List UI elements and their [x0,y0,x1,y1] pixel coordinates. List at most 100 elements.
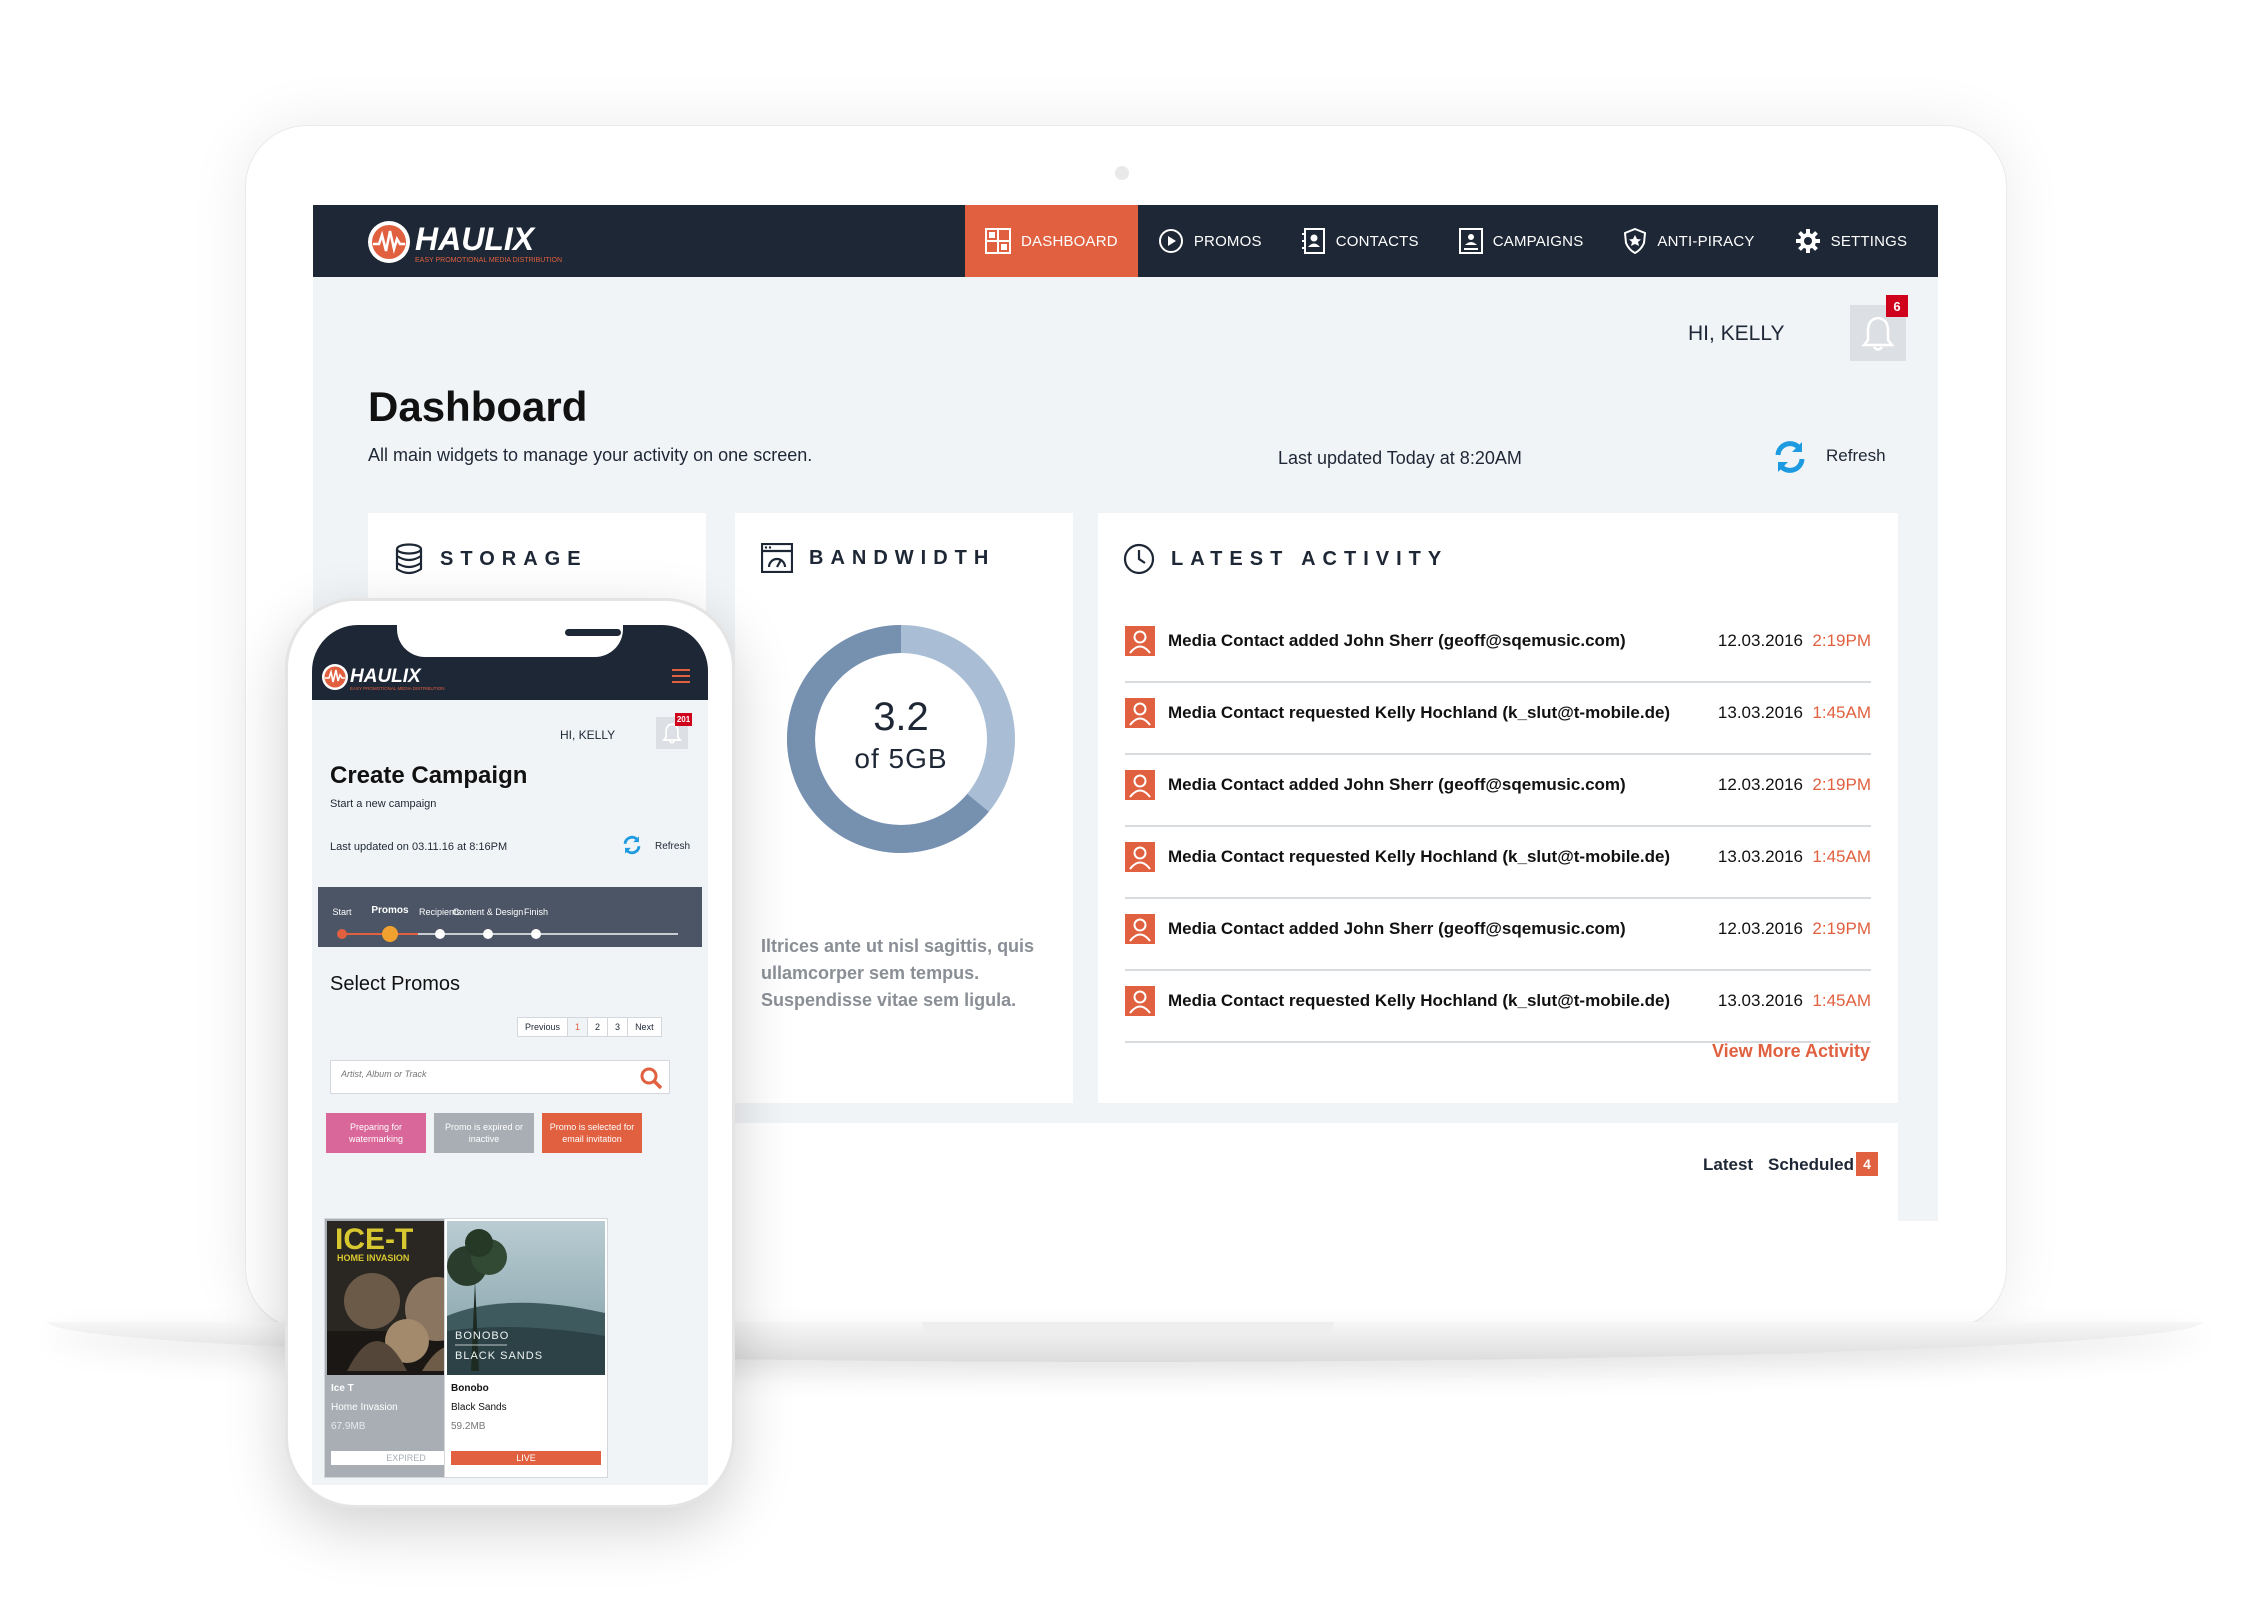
promo-card[interactable]: BONOBO BLACK SANDS Bonobo Black Sands 59… [444,1218,608,1478]
step-finish-dot[interactable] [531,929,541,939]
database-icon [395,543,423,575]
campaign-icon [1458,228,1483,254]
top-navigation: HAULIX EASY PROMOTIONAL MEDIA DISTRIBUTI… [313,205,1938,277]
mobile-notifications-button[interactable]: 201 [656,713,692,749]
haulix-logo[interactable]: HAULIX EASY PROMOTIONAL MEDIA DISTRIBUTI… [365,217,595,267]
step-start-dot[interactable] [337,929,347,939]
nav-dashboard-label: DASHBOARD [1021,232,1118,250]
nav-promos[interactable]: PROMOS [1138,205,1282,277]
storage-widget-title: STORAGE [394,543,588,575]
album-cover-subtitle: HOME INVASION [337,1253,409,1263]
mobile-brand-name: HAULIX [350,666,422,687]
activity-widget-title: LATEST ACTIVITY [1123,543,1448,575]
promo-search-input[interactable] [341,1069,621,1079]
scheduled-count-badge: 4 [1856,1152,1878,1176]
legend-selected: Promo is selected for email invitation [542,1113,642,1153]
album-title: Black Sands [451,1402,507,1413]
pager-next[interactable]: Next [628,1018,661,1036]
promo-search-box [330,1060,670,1094]
album-artist: Bonobo [451,1383,489,1394]
user-icon [1125,698,1155,728]
activity-item[interactable]: Media Contact added John Sherr (geoff@sq… [1125,611,1871,683]
steps-track-done [342,933,418,935]
brand-name: HAULIX [415,221,536,257]
phone-speaker [565,629,621,636]
user-icon [1125,914,1155,944]
album-status-badge: LIVE [451,1451,601,1465]
activity-item[interactable]: Media Contact requested Kelly Hochland (… [1125,683,1871,755]
storage-title-text: STORAGE [440,547,588,570]
laptop-base-notch [922,1322,1334,1336]
pager-page-3[interactable]: 3 [608,1018,629,1036]
step-promos-dot[interactable] [382,926,398,942]
grid-icon [985,228,1011,254]
nav-anti-piracy-label: ANTI-PIRACY [1657,232,1755,250]
album-cover-art: BONOBO BLACK SANDS [447,1221,605,1375]
hamburger-menu-icon[interactable] [672,669,690,683]
album-cover-subtitle: BLACK SANDS [455,1350,543,1362]
mobile-page-title: Create Campaign [330,762,528,789]
activity-text: Media Contact added John Sherr (geoff@sq… [1168,775,1626,794]
activity-item[interactable]: Media Contact added John Sherr (geoff@sq… [1125,755,1871,827]
mobile-notifications-badge: 201 [675,713,692,726]
bandwidth-total-label: of 5GB [854,743,948,774]
activity-date: 13.03.2016 [1717,991,1803,1010]
mobile-last-updated-text: Last updated on 03.11.16 at 8:16PM [330,841,508,853]
nav-contacts[interactable]: CONTACTS [1282,205,1439,277]
mobile-brand-tagline: EASY PROMOTIONAL MEDIA DISTRIBUTION [350,686,445,691]
album-cover-title: BONOBO [455,1330,509,1342]
search-icon[interactable] [639,1066,663,1090]
album-cover-title: ICE-T [335,1223,413,1256]
activity-time: 2:19PM [1812,775,1871,794]
clock-icon [1123,543,1155,575]
notifications-badge: 6 [1886,295,1908,317]
mobile-user-greeting: HI, KELLY [560,728,616,742]
step-content-design-dot[interactable] [483,929,493,939]
activity-item[interactable]: Media Contact requested Kelly Hochland (… [1125,971,1871,1043]
legend-expired: Promo is expired or inactive [434,1113,534,1153]
nav-settings-label: SETTINGS [1830,232,1908,250]
mobile-page-subtitle: Start a new campaign [330,798,437,810]
activity-item[interactable]: Media Contact requested Kelly Hochland (… [1125,827,1871,899]
album-cover: BONOBO BLACK SANDS [447,1221,605,1375]
mobile-refresh-icon[interactable] [621,834,643,856]
activity-time: 2:19PM [1812,631,1871,650]
nav-anti-piracy[interactable]: ANTI-PIRACY [1603,205,1774,277]
activity-time: 2:19PM [1812,919,1871,938]
legend-watermarking: Preparing for watermarking [326,1113,426,1153]
refresh-button[interactable]: Refresh [1826,446,1886,466]
nav-settings[interactable]: SETTINGS [1775,205,1928,277]
album-title: Home Invasion [331,1402,398,1413]
page-subtitle: All main widgets to manage your activity… [368,445,813,465]
activity-date: 12.03.2016 [1717,775,1803,794]
album-artist: Ice T [331,1383,354,1394]
activity-text: Media Contact added John Sherr (geoff@sq… [1168,631,1626,650]
user-greeting: HI, KELLY [1688,322,1785,345]
refresh-icon[interactable] [1771,438,1809,476]
bell-icon [1861,316,1895,351]
step-finish-label[interactable]: Finish [496,907,576,917]
tab-scheduled[interactable]: Scheduled [1768,1155,1854,1175]
activity-date: 13.03.2016 [1717,847,1803,866]
bandwidth-title-text: BANDWIDTH [809,546,996,569]
pager-previous[interactable]: Previous [518,1018,569,1036]
album-size: 67.9MB [331,1421,366,1432]
album-size: 59.2MB [451,1421,486,1432]
view-more-activity-link[interactable]: View More Activity [1712,1041,1870,1062]
gear-icon [1795,229,1820,253]
nav-campaigns[interactable]: CAMPAIGNS [1439,205,1604,277]
last-updated-text: Last updated Today at 8:20AM [1278,448,1522,468]
activity-text: Media Contact requested Kelly Hochland (… [1168,703,1671,722]
mobile-haulix-logo[interactable]: HAULIX EASY PROMOTIONAL MEDIA DISTRIBUTI… [320,661,455,693]
activity-item[interactable]: Media Contact added John Sherr (geoff@sq… [1125,899,1871,971]
nav-dashboard[interactable]: DASHBOARD [965,205,1138,277]
tab-latest[interactable]: Latest [1703,1155,1753,1175]
pager-page-2[interactable]: 2 [588,1018,609,1036]
notifications-button[interactable]: 6 [1850,295,1908,361]
mobile-refresh-button[interactable]: Refresh [655,841,690,852]
activity-date: 13.03.2016 [1717,703,1803,722]
activity-text: Media Contact requested Kelly Hochland (… [1168,991,1671,1010]
step-recipients-dot[interactable] [435,929,445,939]
speedometer-icon [761,543,793,573]
pager-page-1[interactable]: 1 [568,1018,589,1036]
